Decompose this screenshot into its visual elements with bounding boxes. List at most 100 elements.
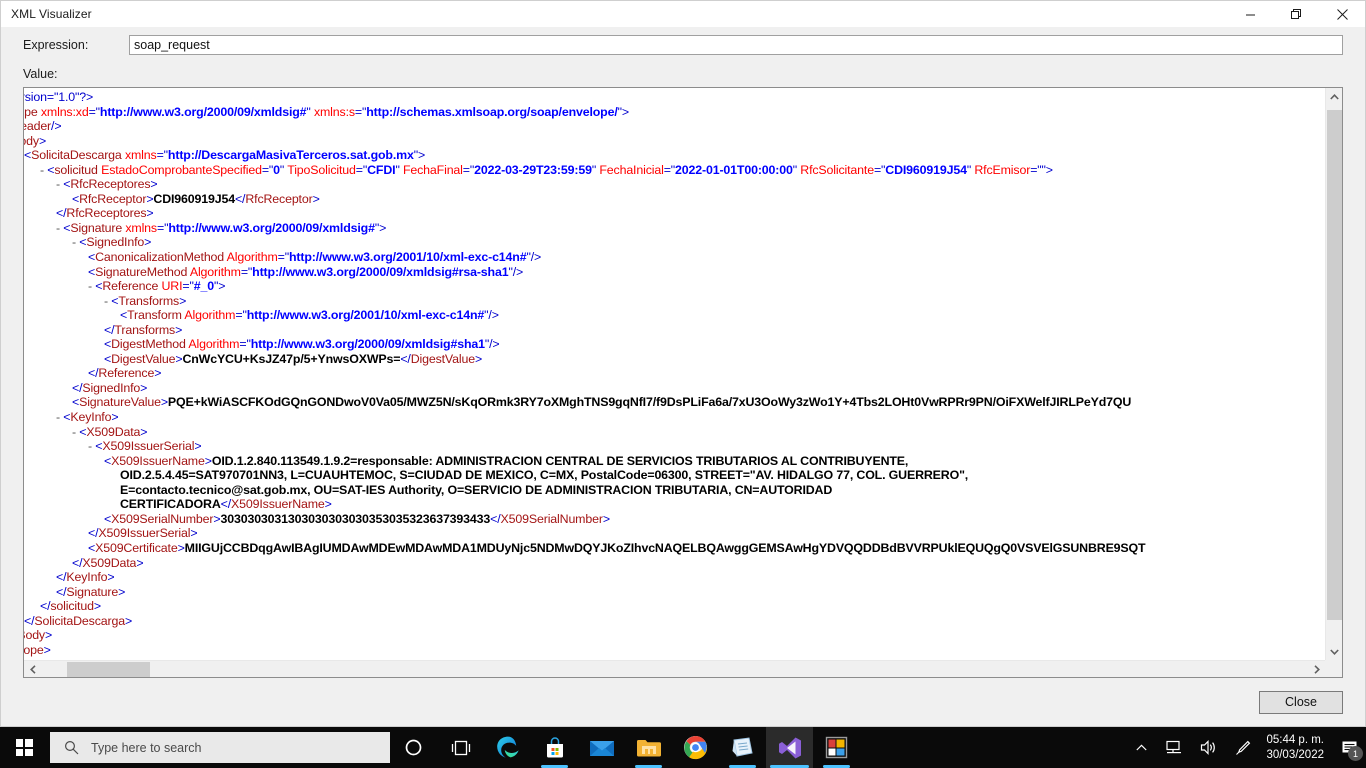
xml-line: </KeyInfo> — [24, 570, 1145, 585]
notifications-button[interactable]: 1 — [1332, 727, 1366, 768]
xml-token-tx: 3030303031303030303030353035323637393433 — [220, 511, 491, 526]
xml-line: </Transforms> — [24, 323, 1145, 338]
microsoft-store-icon[interactable] — [531, 727, 578, 768]
scroll-left-icon[interactable] — [24, 661, 41, 677]
xml-token-br: > — [144, 235, 152, 250]
cortana-icon[interactable] — [390, 727, 437, 768]
scroll-down-icon[interactable] — [1326, 643, 1342, 660]
xml-token-tg: Transforms — [118, 293, 180, 308]
restore-icon[interactable] — [1273, 1, 1319, 27]
xml-token-br: </ — [56, 570, 67, 585]
xml-token-at: RfcSolicitante — [796, 162, 874, 177]
file-explorer-icon[interactable] — [625, 727, 672, 768]
scroll-right-icon[interactable] — [1308, 661, 1325, 677]
xml-token-tg: Reference — [98, 366, 155, 381]
xml-token-at: FechaInicial — [596, 162, 664, 177]
xml-line: <CanonicalizationMethod Algorithm="http:… — [24, 250, 1145, 265]
mail-icon[interactable] — [578, 727, 625, 768]
notification-badge: 1 — [1348, 746, 1363, 761]
xml-token-br: > — [1045, 162, 1053, 177]
xml-token-br: /> — [512, 264, 524, 279]
xml-content[interactable]: version="1.0"?>elope xmlns:xd="http://ww… — [24, 90, 1146, 658]
xml-line: E=contacto.tecnico@sat.gob.mx, OU=SAT-IE… — [24, 483, 1145, 498]
xml-token-av: http://www.w3.org/2001/10/xml-exc-c14n# — [246, 308, 485, 323]
xml-token-br: = — [277, 250, 285, 265]
edge-icon[interactable] — [484, 727, 531, 768]
volume-icon[interactable] — [1191, 727, 1226, 768]
xml-line: velope> — [24, 643, 1145, 658]
dialog-footer: Close — [23, 678, 1343, 726]
xml-line: - <solicitud EstadoComprobanteSpecified=… — [24, 163, 1145, 178]
close-icon[interactable] — [1319, 1, 1365, 27]
xml-viewer: version="1.0"?>elope xmlns:xd="http://ww… — [23, 87, 1343, 678]
horizontal-scroll-thumb[interactable] — [67, 662, 150, 677]
xml-token-av: http://www.w3.org/2000/09/xmldsig#rsa-sh… — [252, 264, 509, 279]
horizontal-scrollbar[interactable] — [24, 660, 1325, 677]
xml-token-tx: CERTIFICADORA — [120, 497, 221, 512]
pen-workspace-icon[interactable] — [1226, 727, 1260, 768]
xml-line: <X509IssuerName>OID.1.2.840.113549.1.9.2… — [24, 454, 1145, 469]
expression-input[interactable] — [129, 35, 1343, 55]
xml-token-br: /> — [530, 250, 542, 265]
xml-token-br: > — [140, 380, 148, 395]
xml-line: <X509SerialNumber>3030303031303030303030… — [24, 512, 1145, 527]
xml-token-br: > — [93, 599, 101, 614]
xml-token-br: > — [177, 540, 185, 555]
xml-token-av: CFDI — [367, 162, 396, 177]
xml-token-br: > — [204, 453, 212, 468]
xml-token-br: > — [136, 555, 144, 570]
task-view-icon[interactable] — [437, 727, 484, 768]
xml-token-tg: X509Data — [86, 424, 141, 439]
xml-line: :Header/> — [24, 119, 1145, 134]
xml-token-tg: Signature — [66, 584, 119, 599]
xml-token-br: > — [194, 439, 202, 454]
xml-line: - <Transforms> — [24, 294, 1145, 309]
xml-token-br: > — [179, 293, 187, 308]
xml-line: </SolicitaDescarga> — [24, 614, 1145, 629]
xml-token-br: = — [663, 162, 671, 177]
vertical-scroll-thumb[interactable] — [1327, 110, 1342, 620]
xml-token-br: </ — [72, 380, 83, 395]
xml-line: </Reference> — [24, 366, 1145, 381]
xml-token-at: xmlns:xd — [40, 104, 89, 119]
xml-token-av: http://www.w3.org/2000/09/xmldsig#sha1 — [250, 337, 485, 352]
scrollbar-corner — [1325, 660, 1342, 677]
xml-token-br: </ — [88, 526, 99, 541]
scroll-up-icon[interactable] — [1326, 88, 1342, 105]
xml-token-br: > — [379, 220, 387, 235]
xml-line: CERTIFICADORA</X509IssuerName> — [24, 497, 1145, 512]
xml-line: <SolicitaDescarga xmlns="http://Descarga… — [24, 148, 1145, 163]
start-button[interactable] — [0, 727, 48, 768]
xml-token-at: FechaFinal — [399, 162, 463, 177]
xml-visualizer-icon[interactable] — [813, 727, 860, 768]
network-icon[interactable] — [1156, 727, 1191, 768]
xml-token-br: = — [354, 104, 363, 119]
xml-token-br: = — [462, 162, 470, 177]
xml-token-av: #_0 — [193, 279, 214, 294]
xml-token-br: = — [873, 162, 882, 177]
xml-token-br: > — [140, 424, 148, 439]
chrome-icon[interactable] — [672, 727, 719, 768]
show-hidden-icons-chevron-icon[interactable] — [1127, 727, 1156, 768]
xml-token-tx: PQE+kWiASCFKOdGQnGONDwoV0Va05/MWZ5N/sKqO… — [167, 395, 1132, 410]
visual-studio-icon[interactable] — [766, 727, 813, 768]
taskbar-search-input[interactable]: Type here to search — [50, 732, 390, 763]
xml-token-br: version="1.0"?> — [24, 90, 94, 104]
xml-line: <DigestValue>CnWcYCU+KsJZ47p/5+YnwsOXWPs… — [24, 352, 1145, 367]
xml-token-br: > — [175, 322, 183, 337]
vertical-scrollbar[interactable] — [1325, 88, 1342, 660]
xml-token-br: > — [107, 570, 115, 585]
windows-taskbar: Type here to search 05:44 p. m. 30/03/20… — [0, 727, 1366, 768]
xml-token-br: </ — [24, 613, 35, 628]
sticky-notes-icon[interactable] — [719, 727, 766, 768]
xml-token-tg: X509SerialNumber — [500, 511, 603, 526]
close-button[interactable]: Close — [1259, 690, 1343, 714]
xml-token-br: </ — [40, 599, 51, 614]
taskbar-clock[interactable]: 05:44 p. m. 30/03/2022 — [1260, 733, 1332, 763]
clock-time: 05:44 p. m. — [1266, 733, 1324, 746]
expression-label: Expression: — [23, 38, 89, 52]
xml-token-tg: DigestValue — [410, 351, 475, 366]
search-icon — [64, 740, 79, 755]
minimize-icon[interactable] — [1227, 1, 1273, 27]
xml-token-at: URI — [161, 279, 183, 294]
